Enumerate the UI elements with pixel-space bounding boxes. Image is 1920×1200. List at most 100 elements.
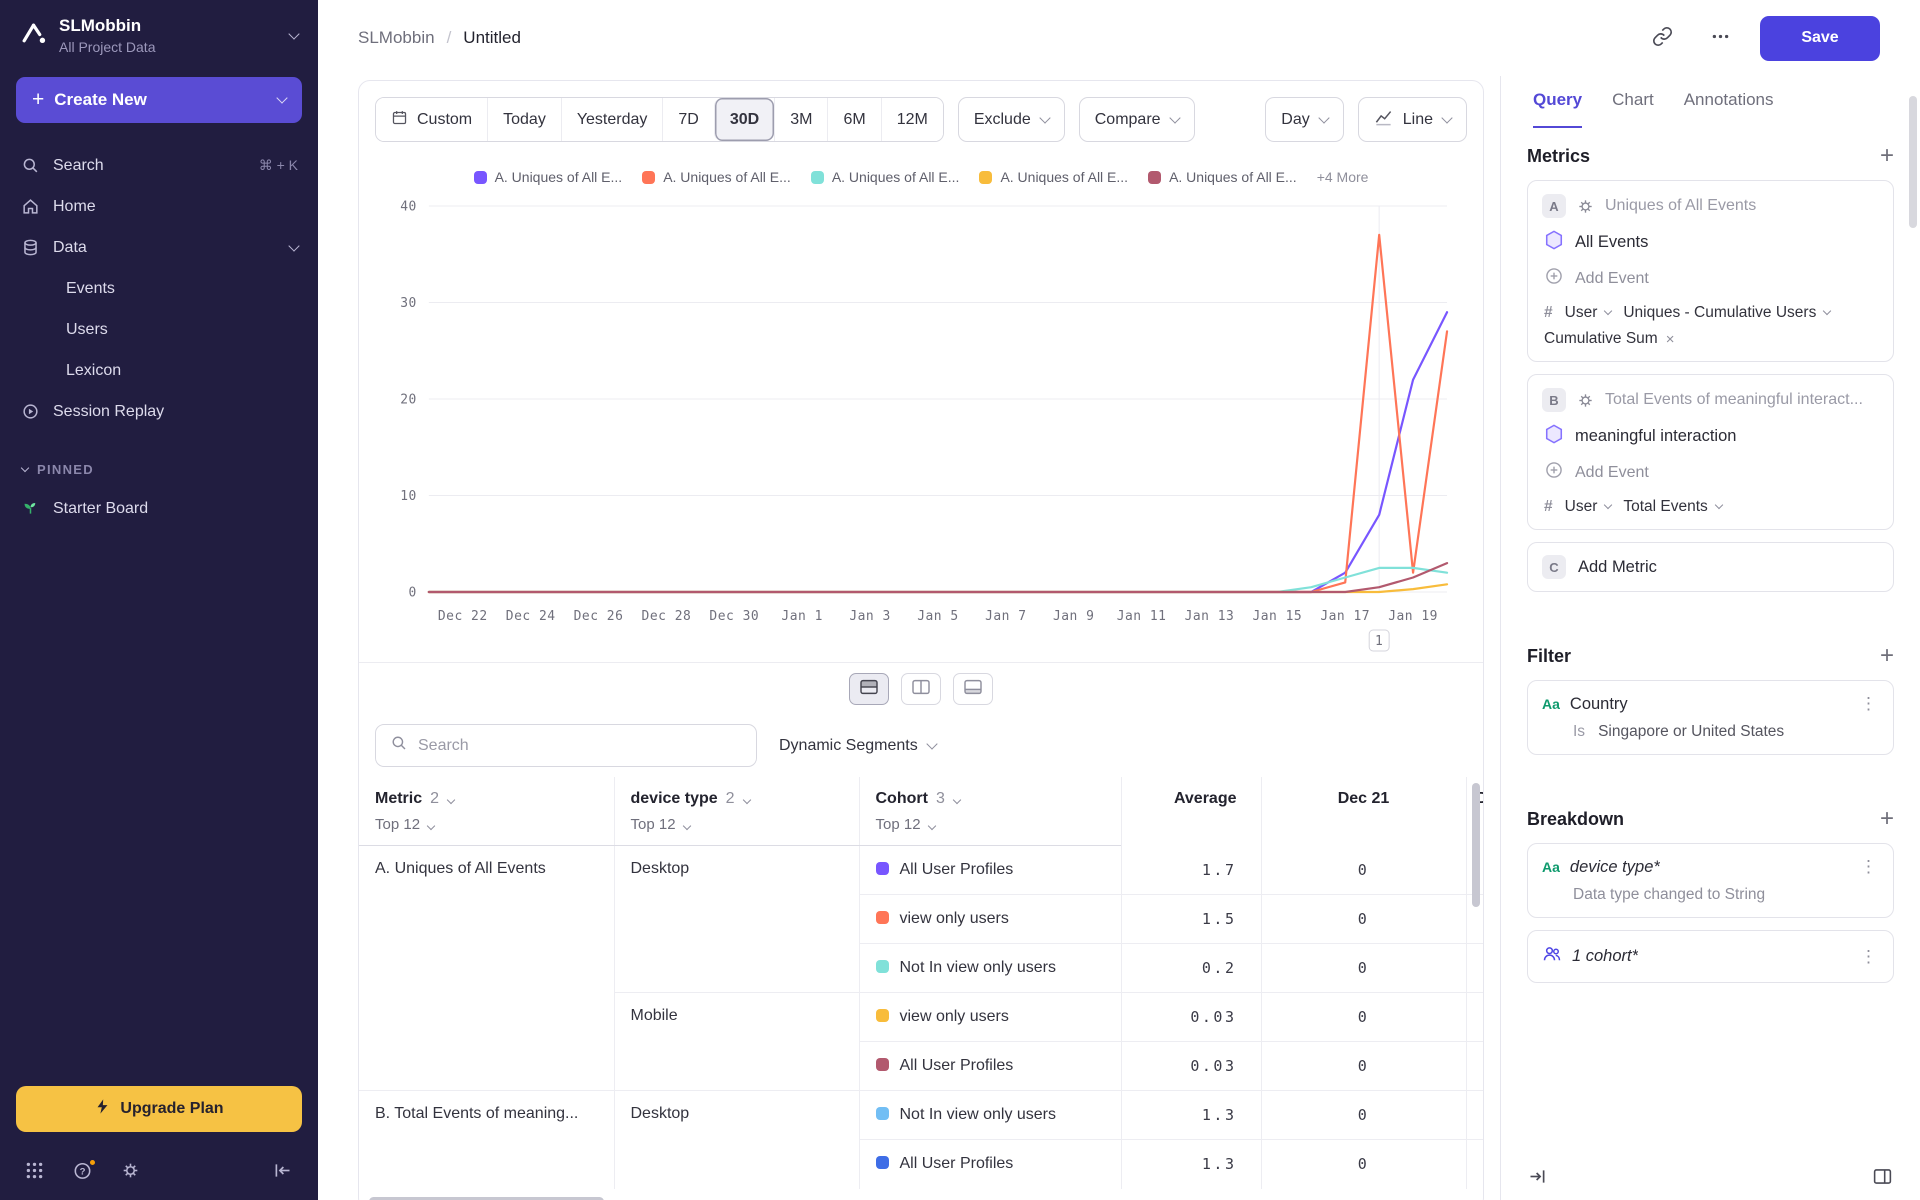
hexagon-event-icon (1544, 230, 1564, 255)
tab-chart[interactable]: Chart (1612, 90, 1654, 128)
gear-icon[interactable] (120, 1160, 142, 1182)
compare-dropdown[interactable]: Compare (1079, 97, 1195, 142)
create-new-button[interactable]: + Create New (16, 77, 302, 123)
range-custom-button[interactable]: Custom (376, 98, 487, 141)
cohort-cell[interactable]: view only users (859, 895, 1121, 944)
add-metric-plus-button[interactable]: + (1880, 144, 1894, 168)
legend-item[interactable]: A. Uniques of All E... (979, 169, 1128, 185)
column-header-cohort[interactable]: Cohort3 (859, 777, 1121, 808)
sidebar-item-starter-board[interactable]: Starter Board (0, 489, 318, 529)
exclude-dropdown[interactable]: Exclude (958, 97, 1065, 142)
cohort-cell[interactable]: Not In view only users (859, 1091, 1121, 1140)
metric-title: Uniques of All Events (1605, 197, 1756, 215)
average-cell: 0.03 (1121, 1042, 1261, 1091)
sidebar-item-data[interactable]: Data (0, 227, 318, 268)
measure-type-dropdown[interactable]: Uniques - Cumulative Users (1623, 304, 1830, 322)
chart-legend: A. Uniques of All E... A. Uniques of All … (359, 162, 1483, 192)
pinned-section-toggle[interactable]: PINNED (0, 462, 318, 477)
top-filter-dropdown[interactable]: Top 12 (614, 808, 859, 846)
measure-type-dropdown[interactable]: Total Events (1623, 498, 1721, 516)
top-filter-dropdown[interactable]: Top 12 (359, 808, 614, 846)
number-type-icon: # (1544, 498, 1553, 516)
remove-modifier-icon[interactable]: × (1666, 331, 1675, 348)
annotation-marker[interactable]: 1 (1369, 630, 1389, 651)
metric-settings-gear-icon[interactable] (1576, 197, 1595, 216)
add-event-button[interactable]: Add Event (1542, 460, 1879, 485)
legend-item[interactable]: A. Uniques of All E... (474, 169, 623, 185)
measure-entity-dropdown[interactable]: User (1565, 498, 1612, 516)
sidebar-item-search[interactable]: Search ⌘ + K (0, 145, 318, 186)
range-30d-button[interactable]: 30D (714, 98, 774, 141)
granularity-dropdown[interactable]: Day (1265, 97, 1343, 142)
range-6m-button[interactable]: 6M (827, 98, 880, 141)
cohort-cell[interactable]: All User Profiles (859, 846, 1121, 895)
table-row[interactable]: A. Uniques of All EventsDesktopAll User … (359, 846, 1483, 895)
upgrade-plan-button[interactable]: Upgrade Plan (16, 1086, 302, 1132)
top-filter-dropdown[interactable]: Top 12 (859, 808, 1121, 846)
cohort-cell[interactable]: All User Profiles (859, 1140, 1121, 1189)
add-metric-card[interactable]: C Add Metric (1527, 542, 1894, 592)
copy-link-button[interactable] (1644, 20, 1680, 56)
range-7d-button[interactable]: 7D (662, 98, 713, 141)
sidebar-item-home[interactable]: Home (0, 186, 318, 227)
pinned-label: PINNED (37, 462, 94, 477)
help-icon[interactable]: ? (72, 1160, 94, 1182)
range-12m-button[interactable]: 12M (881, 98, 943, 141)
add-breakdown-plus-button[interactable]: + (1880, 807, 1894, 831)
panel-layout-icon[interactable] (1872, 1166, 1894, 1188)
tab-query[interactable]: Query (1533, 90, 1582, 128)
kebab-menu-icon[interactable]: ⋮ (1858, 947, 1879, 967)
breakdown-property[interactable]: device type* (1570, 858, 1660, 877)
column-header-metric[interactable]: Metric2 (359, 777, 614, 808)
legend-more[interactable]: +4 More (1317, 169, 1369, 185)
sidebar-item-events[interactable]: Events (0, 268, 318, 309)
filter-operator[interactable]: Is (1573, 723, 1585, 741)
range-yesterday-button[interactable]: Yesterday (561, 98, 663, 141)
save-button[interactable]: Save (1760, 16, 1880, 61)
filter-property[interactable]: Country (1570, 695, 1628, 714)
page-scrollbar[interactable] (1909, 96, 1917, 228)
add-event-button[interactable]: Add Event (1542, 266, 1879, 291)
sidebar-item-session-replay[interactable]: Session Replay (0, 391, 318, 432)
line-chart-svg[interactable]: 010203040Dec 22Dec 24Dec 26Dec 28Dec 30J… (383, 192, 1459, 662)
vertical-scrollbar[interactable] (1472, 783, 1480, 907)
collapse-sidebar-icon[interactable] (272, 1160, 294, 1182)
apps-grid-icon[interactable] (24, 1160, 46, 1182)
kebab-menu-icon[interactable]: ⋮ (1858, 694, 1879, 714)
table-search-input[interactable] (418, 737, 742, 755)
event-row[interactable]: meaningful interaction (1542, 424, 1879, 449)
layout-split-vertical-toggle[interactable] (901, 673, 941, 705)
layout-split-horizontal-toggle[interactable] (849, 673, 889, 705)
legend-item[interactable]: A. Uniques of All E... (811, 169, 960, 185)
kebab-menu-icon[interactable]: ⋮ (1858, 857, 1879, 877)
chart-type-dropdown[interactable]: Line (1358, 97, 1467, 142)
breadcrumb-project[interactable]: SLMobbin (358, 28, 435, 48)
sidebar-item-users[interactable]: Users (0, 309, 318, 350)
range-3m-button[interactable]: 3M (774, 98, 827, 141)
workspace-switcher[interactable]: SLMobbin All Project Data (0, 0, 318, 65)
legend-item[interactable]: A. Uniques of All E... (642, 169, 791, 185)
breakdown-property[interactable]: 1 cohort* (1572, 947, 1638, 966)
measure-entity-dropdown[interactable]: User (1565, 304, 1612, 322)
modifier-chip[interactable]: Cumulative Sum × (1544, 330, 1674, 348)
more-options-button[interactable] (1702, 20, 1738, 56)
column-header-device-type[interactable]: device type2 (614, 777, 859, 808)
cohort-cell[interactable]: All User Profiles (859, 1042, 1121, 1091)
cohort-cell[interactable]: view only users (859, 993, 1121, 1042)
tab-annotations[interactable]: Annotations (1684, 90, 1774, 128)
breadcrumb-page-title[interactable]: Untitled (463, 28, 521, 48)
filter-value[interactable]: Singapore or United States (1598, 723, 1784, 741)
cohort-cell[interactable]: Not In view only users (859, 944, 1121, 993)
range-today-button[interactable]: Today (487, 98, 561, 141)
table-row[interactable]: B. Total Events of meaning...DesktopNot … (359, 1091, 1483, 1140)
layout-bottom-panel-toggle[interactable] (953, 673, 993, 705)
add-filter-plus-button[interactable]: + (1880, 644, 1894, 668)
workspace-subtitle: All Project Data (59, 39, 155, 55)
metric-settings-gear-icon[interactable] (1576, 391, 1595, 410)
event-row[interactable]: All Events (1542, 230, 1879, 255)
collapse-panel-icon[interactable] (1527, 1166, 1549, 1188)
sidebar-item-lexicon[interactable]: Lexicon (0, 350, 318, 391)
dynamic-segments-dropdown[interactable]: Dynamic Segments (771, 737, 944, 755)
breadcrumb-separator: / (447, 28, 452, 48)
legend-item[interactable]: A. Uniques of All E... (1148, 169, 1297, 185)
